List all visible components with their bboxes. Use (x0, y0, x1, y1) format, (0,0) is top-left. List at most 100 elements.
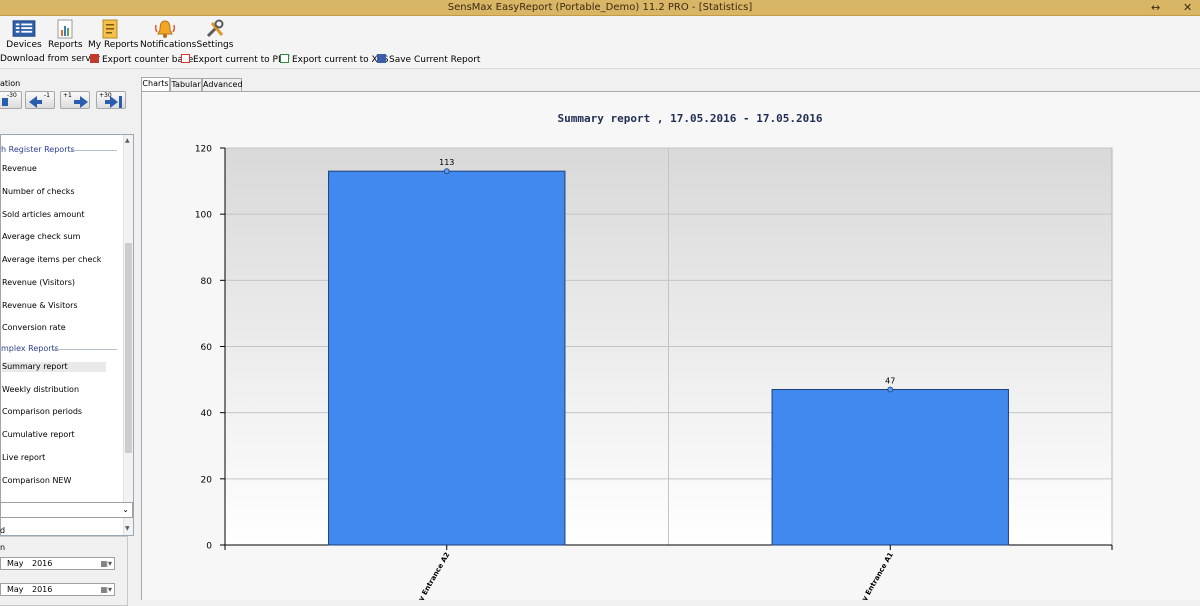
download-label: Download from server (0, 54, 100, 64)
date-to-month: May (7, 585, 24, 594)
export-counter-base-button[interactable]: Export counter base (90, 54, 193, 67)
date-from-year: 2016 (32, 559, 53, 568)
x-tick-label: Library Entrance A2 (405, 551, 451, 600)
chart-title: Summary report , 17.05.2016 - 17.05.2016 (558, 112, 823, 125)
my-reports-button[interactable]: My Reports (88, 17, 139, 51)
export-base-label: Export counter base (102, 55, 194, 65)
y-tick-label: 100 (195, 211, 212, 221)
report-list-scrollbar[interactable]: ▲ ▼ (123, 135, 133, 535)
data-label: 113 (439, 158, 454, 167)
settings-label: Settings (196, 40, 234, 50)
report-item-comparison-periods[interactable]: Comparison periods (2, 407, 82, 417)
report-list: h Register Reports Revenue Number of che… (0, 134, 134, 536)
arrow-left-icon (29, 96, 42, 108)
bar (328, 170, 566, 546)
report-item-summary[interactable]: Summary report (2, 362, 106, 372)
nav-forward-30-button[interactable]: +30 (96, 91, 126, 109)
date-from-month: May (7, 559, 24, 568)
bar-marker (887, 386, 894, 393)
settings-button[interactable]: Settings (196, 17, 234, 51)
date-group-caption: d (0, 526, 6, 535)
date-to-year: 2016 (32, 585, 53, 594)
main-toolbar: Devices Reports My Reports Notifications… (0, 16, 1200, 51)
export-xls-label: Export current to XLS (292, 55, 389, 65)
date-from-picker[interactable]: May 2016 ▦▾ (0, 557, 115, 570)
date-to-picker[interactable]: May 2016 ▦▾ (0, 583, 115, 596)
devices-button[interactable]: Devices (6, 17, 42, 51)
notifications-button[interactable]: Notifications (140, 17, 197, 51)
arrow-right-icon (74, 96, 88, 108)
bar (771, 389, 1009, 546)
report-item-average-items[interactable]: Average items per check (2, 255, 101, 265)
bar-marker (443, 168, 450, 175)
close-icon[interactable]: ✕ (1183, 1, 1192, 14)
my-reports-label: My Reports (88, 40, 139, 50)
nav-forward-1-button[interactable]: +1 (60, 91, 90, 109)
group-header-cash-register: h Register Reports (1, 145, 75, 154)
nav-back-30-button[interactable]: -30 (0, 91, 22, 109)
calendar-icon[interactable]: ▦▾ (100, 585, 112, 594)
y-tick-label: 40 (201, 409, 213, 419)
scroll-down-icon[interactable]: ▼ (125, 525, 130, 532)
reports-icon (57, 19, 73, 39)
nav-back-1-button[interactable]: -1 (25, 91, 55, 109)
sub-toolbar: Download from server Export counter base… (0, 51, 1200, 69)
y-tick-label: 120 (195, 145, 212, 155)
scroll-up-icon[interactable]: ▲ (125, 137, 130, 144)
group-divider (71, 150, 117, 151)
y-tick-label: 80 (201, 277, 213, 287)
report-item-average-check[interactable]: Average check sum (2, 232, 80, 242)
report-item-live[interactable]: Live report (2, 453, 45, 463)
report-item-revenue-and-visitors[interactable]: Revenue & Visitors (2, 301, 78, 311)
report-item-conversion-rate[interactable]: Conversion rate (2, 323, 66, 333)
devices-icon (12, 20, 36, 37)
devices-label: Devices (6, 40, 42, 50)
left-panel: ation -30 -1 +1 +30 h Register Reports R… (0, 70, 138, 606)
tab-tabular[interactable]: Tabular (170, 78, 202, 91)
skip-back-icon (2, 98, 8, 106)
group-divider (53, 349, 117, 350)
window-title: SensMax EasyReport (Portable_Demo) 11.2 … (447, 2, 753, 13)
save-report-button[interactable]: Save Current Report (377, 54, 480, 67)
export-xls-button[interactable]: Export current to XLS (280, 54, 388, 67)
skip-forward-icon (105, 96, 122, 108)
export-pdf-button[interactable]: Export current to PDF (181, 54, 290, 67)
download-from-server-button[interactable]: Download from server (0, 54, 100, 67)
save-report-label: Save Current Report (389, 55, 481, 65)
notifications-icon (154, 20, 176, 38)
data-label: 47 (885, 377, 895, 386)
device-select[interactable]: ⌄ (0, 502, 133, 518)
export-base-icon (90, 54, 99, 63)
navigation-caption: ation (0, 79, 21, 88)
y-tick-label: 0 (206, 542, 212, 552)
tab-charts[interactable]: Charts (141, 77, 170, 91)
report-item-number-of-checks[interactable]: Number of checks (2, 187, 75, 197)
pdf-icon (181, 54, 190, 63)
reports-label: Reports (48, 40, 83, 50)
date-from-label: n (0, 543, 6, 552)
my-reports-icon (102, 19, 118, 39)
summary-bar-chart: Summary report , 17.05.2016 - 17.05.2016… (195, 112, 1113, 600)
report-item-revenue[interactable]: Revenue (2, 164, 37, 174)
report-item-revenue-visitors[interactable]: Revenue (Visitors) (2, 278, 75, 288)
export-pdf-label: Export current to PDF (193, 55, 291, 65)
report-item-cumulative[interactable]: Cumulative report (2, 430, 75, 440)
calendar-icon[interactable]: ▦▾ (100, 559, 112, 568)
report-item-sold-articles[interactable]: Sold articles amount (2, 210, 85, 220)
report-item-comparison-new[interactable]: Comparison NEW (2, 476, 71, 486)
scroll-thumb[interactable] (125, 243, 132, 453)
xls-icon (280, 54, 289, 63)
save-icon (377, 54, 386, 63)
x-tick-label: Library Entrance A1 (849, 551, 895, 600)
restore-icon[interactable]: ↔ (1151, 1, 1160, 14)
group-header-complex: mplex Reports (1, 344, 59, 353)
tab-advanced[interactable]: Advanced (202, 78, 243, 91)
chevron-down-icon: ⌄ (122, 505, 129, 514)
reports-button[interactable]: Reports (48, 17, 83, 51)
settings-icon (206, 19, 224, 38)
chart-panel: Summary report , 17.05.2016 - 17.05.2016… (141, 91, 1200, 600)
y-tick-label: 60 (201, 343, 213, 353)
notifications-label: Notifications (140, 40, 197, 50)
window-titlebar: SensMax EasyReport (Portable_Demo) 11.2 … (0, 0, 1200, 16)
report-item-weekly-distribution[interactable]: Weekly distribution (2, 385, 79, 395)
